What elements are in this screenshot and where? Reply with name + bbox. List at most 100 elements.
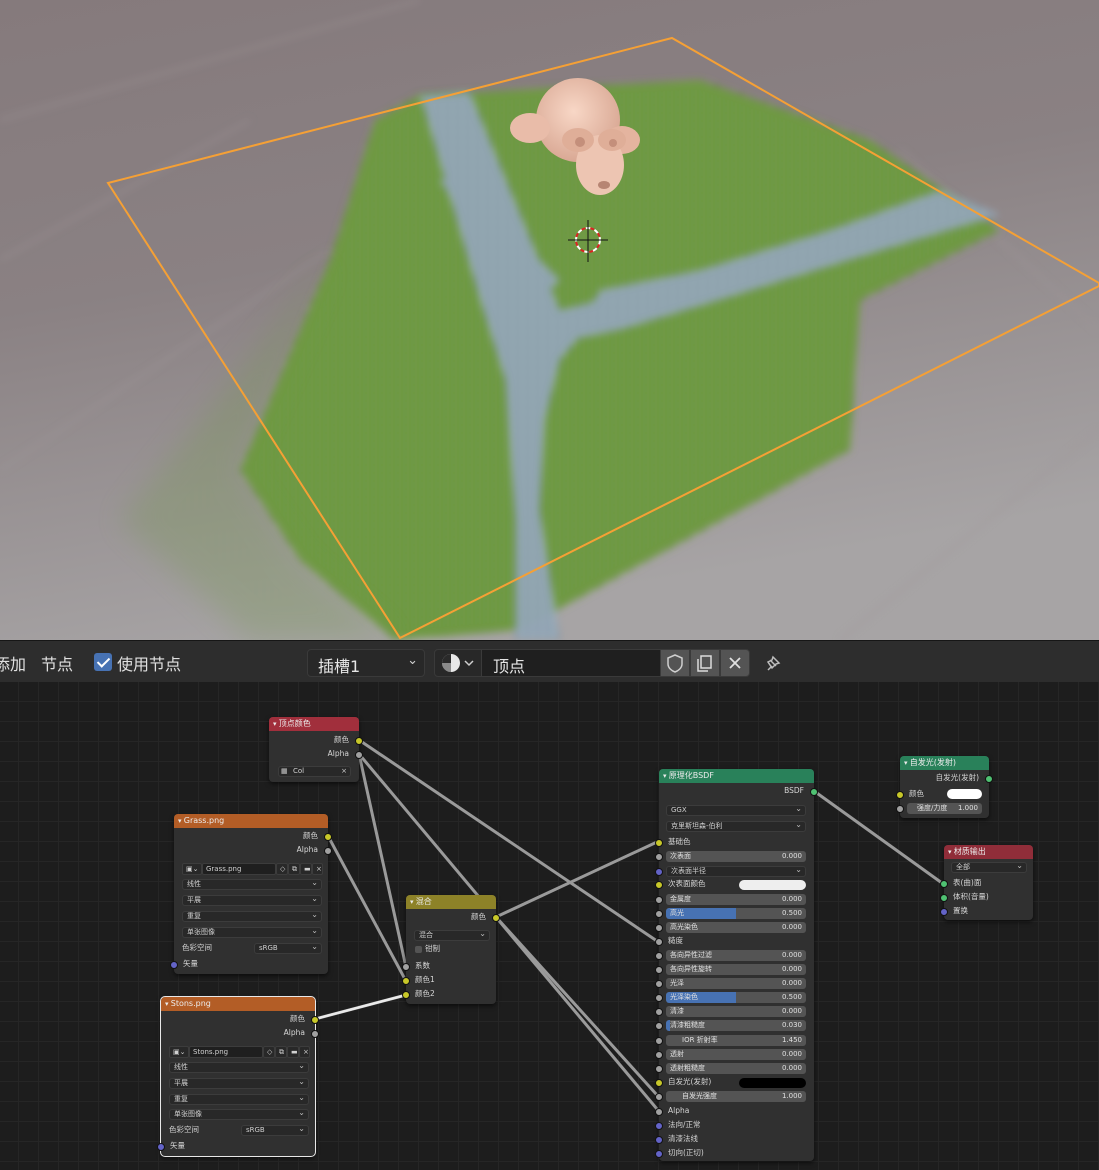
- input-socket-emission[interactable]: [655, 1079, 663, 1087]
- output-socket-color[interactable]: [355, 737, 363, 745]
- node-title[interactable]: Grass.png: [174, 814, 328, 828]
- subsurface-color-swatch[interactable]: [739, 880, 806, 890]
- emission-color-swatch[interactable]: [947, 789, 982, 799]
- unlink-material-button[interactable]: [720, 649, 750, 677]
- duplicate-material-button[interactable]: [690, 649, 720, 677]
- emission-strength-field[interactable]: 自发光强度 1.000: [666, 1091, 806, 1102]
- node-vertex-color[interactable]: 顶点颜色 颜色 Alpha ▦ Col ×: [269, 717, 363, 782]
- color-layer-field[interactable]: ▦ Col ×: [278, 766, 351, 777]
- clearcoat-roughness-field[interactable]: 清漆粗糙度 0.030: [666, 1020, 806, 1031]
- add-menu[interactable]: 添加: [0, 651, 26, 675]
- image-name-field[interactable]: Grass.png: [202, 863, 276, 875]
- close-icon[interactable]: ×: [299, 1046, 310, 1058]
- sheen-field[interactable]: 光泽 0.000: [666, 978, 806, 989]
- interpolation-dropdown[interactable]: 线性: [182, 879, 322, 890]
- 3d-viewport[interactable]: [0, 0, 1099, 640]
- clearcoat-field[interactable]: 清漆 0.000: [666, 1006, 806, 1017]
- node-image-grass[interactable]: Grass.png 颜色 Alpha ▣⌄ Grass.png ◇ ⧉ ▬ × …: [170, 814, 332, 974]
- subsurface-method-dropdown[interactable]: 克里斯坦森-伯利: [666, 821, 806, 832]
- node-principled-bsdf[interactable]: 原理化BSDF BSDF GGX 克里斯坦森-伯利 基础色 次表面0.000 次…: [655, 769, 818, 1161]
- node-image-stons[interactable]: Stons.png 颜色 Alpha ▣⌄ Stons.png ◇ ⧉ ▬ × …: [157, 996, 319, 1157]
- node-mix[interactable]: 混合 颜色 混合 钳制 系数 颜色1 颜色2: [402, 895, 500, 1004]
- node-title[interactable]: 材质输出: [944, 845, 1033, 859]
- node-title[interactable]: 原理化BSDF: [659, 769, 814, 783]
- output-socket-color[interactable]: [492, 914, 500, 922]
- image-browse-icon[interactable]: ▣⌄: [169, 1046, 189, 1058]
- input-socket-anisotropic-rotation[interactable]: [655, 966, 663, 974]
- input-socket-fac[interactable]: [402, 963, 410, 971]
- target-dropdown[interactable]: 全部: [951, 862, 1027, 873]
- node-title[interactable]: 顶点颜色: [269, 717, 359, 731]
- input-socket-subsurface-color[interactable]: [655, 881, 663, 889]
- shield-icon[interactable]: ◇: [263, 1046, 275, 1058]
- input-socket-displacement[interactable]: [940, 908, 948, 916]
- input-socket-ior[interactable]: [655, 1037, 663, 1045]
- node-title[interactable]: 自发光(发射): [900, 756, 989, 770]
- output-socket-bsdf[interactable]: [810, 788, 818, 796]
- extension-dropdown[interactable]: 重复: [169, 1094, 309, 1105]
- close-icon[interactable]: ×: [341, 767, 347, 776]
- input-socket-metallic[interactable]: [655, 896, 663, 904]
- colorspace-dropdown[interactable]: sRGB: [241, 1125, 309, 1136]
- input-socket-clearcoat-normal[interactable]: [655, 1136, 663, 1144]
- strength-field[interactable]: 强度/力度 1.000: [907, 803, 982, 814]
- node-material-output[interactable]: 材质输出 全部 表(曲)面 体积(音量) 置换: [940, 845, 1033, 920]
- folder-icon[interactable]: ▬: [287, 1046, 299, 1058]
- sheen-tint-field[interactable]: 光泽染色 0.500: [666, 992, 806, 1003]
- output-socket-color[interactable]: [311, 1016, 319, 1024]
- input-socket-subsurface-radius[interactable]: [655, 868, 663, 876]
- input-socket-volume[interactable]: [940, 894, 948, 902]
- input-socket-specular[interactable]: [655, 910, 663, 918]
- input-socket-strength[interactable]: [896, 805, 904, 813]
- use-nodes-checkbox[interactable]: [94, 653, 112, 671]
- emission-color-swatch[interactable]: [739, 1078, 806, 1088]
- close-icon[interactable]: ×: [312, 863, 323, 875]
- node-emission[interactable]: 自发光(发射) 自发光(发射) 颜色 强度/力度1.000: [896, 756, 993, 818]
- clamp-checkbox[interactable]: [415, 946, 422, 953]
- image-name-field[interactable]: Stons.png: [189, 1046, 263, 1058]
- transmission-roughness-field[interactable]: 透射粗糙度 0.000: [666, 1063, 806, 1074]
- input-socket-alpha[interactable]: [655, 1108, 663, 1116]
- input-socket-surface[interactable]: [940, 880, 948, 888]
- output-socket-alpha[interactable]: [311, 1030, 319, 1038]
- interpolation-dropdown[interactable]: 线性: [169, 1062, 309, 1073]
- input-socket-tangent[interactable]: [655, 1150, 663, 1158]
- input-socket-specular-tint[interactable]: [655, 924, 663, 932]
- ior-field[interactable]: IOR 折射率 1.450: [666, 1035, 806, 1046]
- distribution-dropdown[interactable]: GGX: [666, 805, 806, 816]
- material-name-field[interactable]: 顶点: [481, 649, 661, 677]
- input-socket-transmission[interactable]: [655, 1051, 663, 1059]
- output-socket-alpha[interactable]: [355, 751, 363, 759]
- specular-field[interactable]: 高光 0.500: [666, 908, 806, 919]
- source-dropdown[interactable]: 单张图像: [169, 1109, 309, 1120]
- input-socket-clearcoat[interactable]: [655, 1008, 663, 1016]
- projection-dropdown[interactable]: 平展: [169, 1078, 309, 1089]
- input-socket-subsurface[interactable]: [655, 853, 663, 861]
- subsurface-radius-field[interactable]: 次表面半径: [666, 866, 806, 877]
- input-socket-transmission-roughness[interactable]: [655, 1065, 663, 1073]
- source-dropdown[interactable]: 单张图像: [182, 927, 322, 938]
- metallic-field[interactable]: 金属度 0.000: [666, 894, 806, 905]
- image-browse-icon[interactable]: ▣⌄: [182, 863, 202, 875]
- image-selector[interactable]: ▣⌄ Grass.png ◇ ⧉ ▬ ×: [182, 863, 323, 875]
- input-socket-color[interactable]: [896, 791, 904, 799]
- input-socket-roughness[interactable]: [655, 938, 663, 946]
- material-browse-button[interactable]: [434, 649, 482, 677]
- colorspace-dropdown[interactable]: sRGB: [254, 943, 322, 954]
- shield-icon[interactable]: ◇: [276, 863, 288, 875]
- anisotropic-rotation-field[interactable]: 各向异性旋转 0.000: [666, 964, 806, 975]
- transmission-field[interactable]: 透射 0.000: [666, 1049, 806, 1060]
- node-title[interactable]: Stons.png: [161, 997, 315, 1011]
- output-socket-emission[interactable]: [985, 775, 993, 783]
- input-socket-color2[interactable]: [402, 991, 410, 999]
- anisotropic-field[interactable]: 各向异性过滤 0.000: [666, 950, 806, 961]
- copy-icon[interactable]: ⧉: [275, 1046, 287, 1058]
- specular-tint-field[interactable]: 高光染色 0.000: [666, 922, 806, 933]
- input-socket-color1[interactable]: [402, 977, 410, 985]
- folder-icon[interactable]: ▬: [300, 863, 312, 875]
- node-title[interactable]: 混合: [406, 895, 496, 909]
- input-socket-base-color[interactable]: [655, 839, 663, 847]
- input-socket-sheen-tint[interactable]: [655, 994, 663, 1002]
- blend-type-dropdown[interactable]: 混合: [414, 930, 490, 941]
- copy-icon[interactable]: ⧉: [288, 863, 300, 875]
